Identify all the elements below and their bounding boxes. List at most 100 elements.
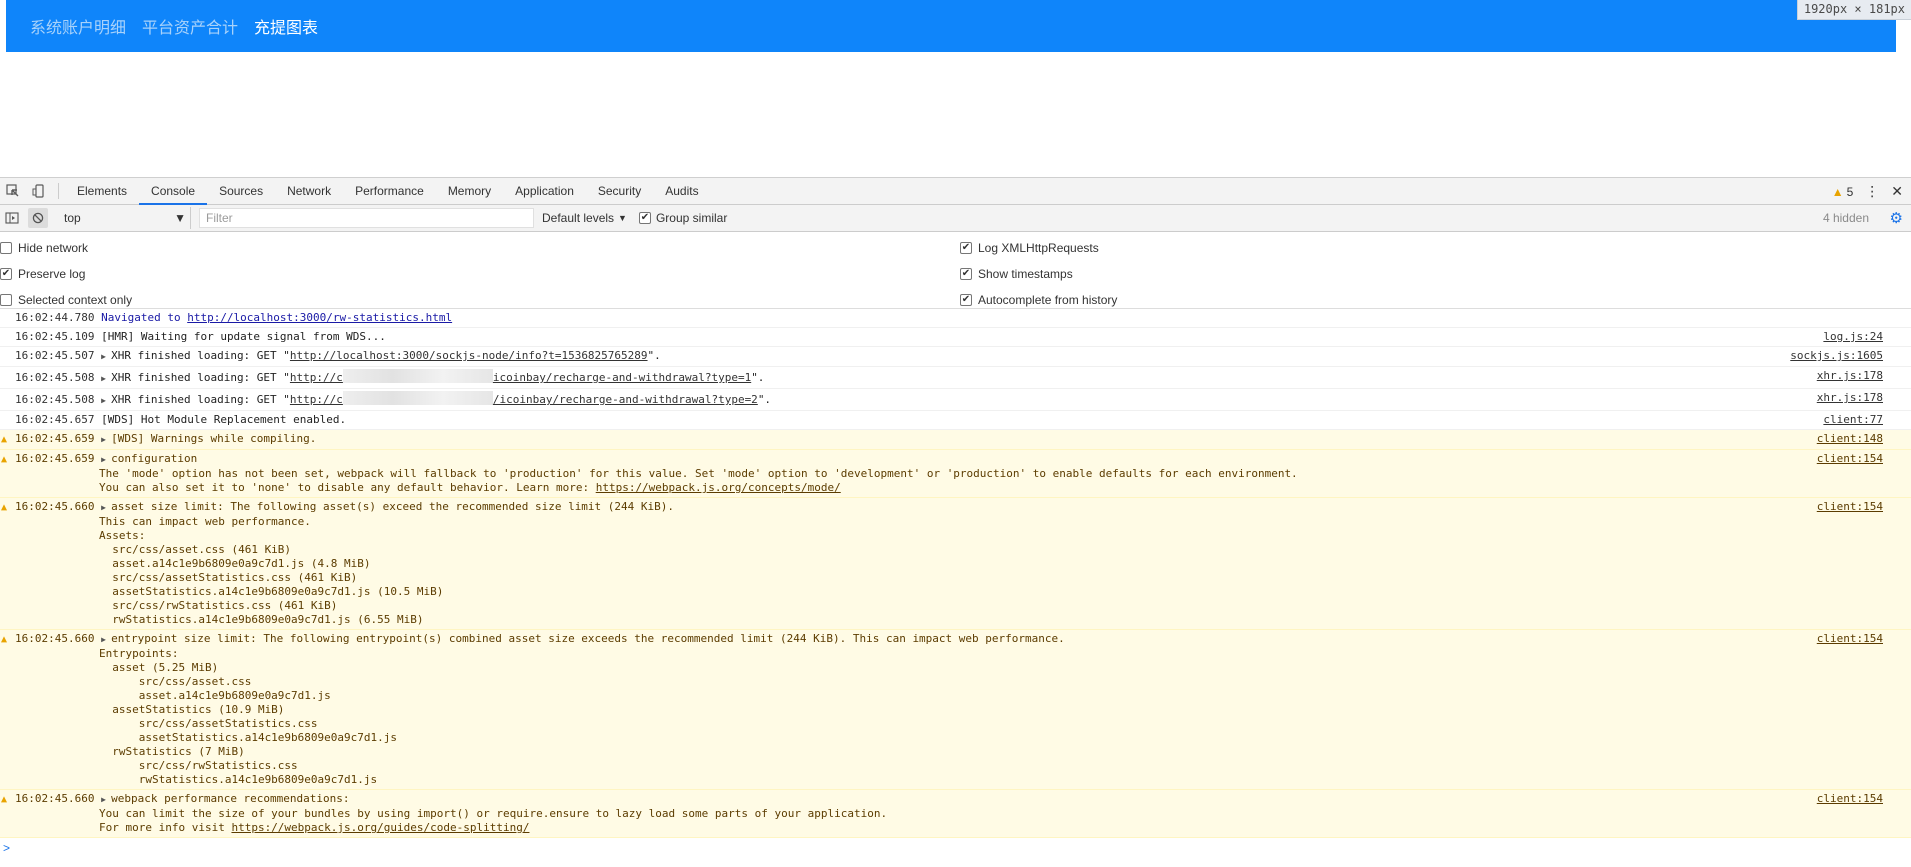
sidebar-toggle-icon[interactable]: [0, 206, 24, 230]
message-line: src/css/asset.css (461 KiB): [99, 543, 292, 556]
setting-show-timestamps[interactable]: ✔ Show timestamps: [960, 265, 1073, 283]
console-message: 16:02:45.507 ▶ XHR finished loading: GET …: [0, 347, 1911, 367]
source-link[interactable]: log.js:24: [1823, 330, 1883, 344]
source-link[interactable]: xhr.js:178: [1817, 369, 1883, 383]
source-link[interactable]: client:77: [1823, 413, 1883, 427]
setting-label: Log XMLHttpRequests: [978, 241, 1099, 255]
hide-network-checkbox[interactable]: [0, 242, 12, 254]
tab-security[interactable]: Security: [586, 178, 653, 205]
console-message: 16:02:45.109 [HMR] Waiting for update si…: [0, 328, 1911, 347]
inspect-element-icon[interactable]: [0, 178, 26, 204]
message-link[interactable]: http://localhost:3000/sockjs-node/info?t…: [290, 349, 648, 362]
timestamp: 16:02:45.109: [15, 330, 95, 343]
message-line: assetStatistics.a14c1e9b6809e0a9c7d1.js …: [99, 585, 444, 598]
message-line: asset (5.25 MiB): [99, 661, 219, 674]
message-link[interactable]: https://webpack.js.org/guides/code-split…: [231, 821, 529, 834]
nav-link-account-details[interactable]: 系统账户明细: [30, 14, 126, 38]
warning-count-badge[interactable]: ▲ 5: [1832, 185, 1854, 199]
source-link[interactable]: client:154: [1817, 500, 1883, 514]
tab-audits[interactable]: Audits: [653, 178, 710, 205]
source-link[interactable]: sockjs.js:1605: [1790, 349, 1883, 363]
message-link[interactable]: https://webpack.js.org/concepts/mode/: [596, 481, 841, 494]
group-similar-toggle[interactable]: ✔ Group similar: [638, 211, 727, 225]
group-similar-checkbox[interactable]: ✔: [638, 212, 651, 224]
preserve-log-checkbox[interactable]: ✔: [0, 268, 12, 280]
tab-sources[interactable]: Sources: [207, 178, 275, 205]
setting-selected-context[interactable]: Selected context only: [0, 291, 132, 309]
message-text-end: ".: [751, 371, 765, 384]
close-icon[interactable]: ✕: [1891, 183, 1903, 200]
message-line: You can also set it to 'none' to disable…: [99, 481, 596, 494]
clear-console-icon[interactable]: [28, 208, 48, 228]
tab-performance[interactable]: Performance: [343, 178, 436, 205]
message-link-start[interactable]: http://c: [290, 393, 343, 406]
tab-elements[interactable]: Elements: [65, 178, 139, 205]
timestamp: 16:02:45.659: [15, 452, 95, 465]
message-text: [WDS] Warnings while compiling.: [111, 432, 317, 445]
setting-log-xhr[interactable]: ✔ Log XMLHttpRequests: [960, 239, 1099, 257]
console-warning: ▲ 16:02:45.660 ▶ webpack performance recom…: [0, 790, 1911, 838]
message-link-end[interactable]: icoinbay/recharge-and-withdrawal?type=1: [493, 371, 751, 384]
warning-icon: ▲: [1831, 184, 1844, 199]
expand-arrow-icon[interactable]: ▶: [101, 501, 111, 515]
timestamp: 16:02:45.508: [15, 393, 95, 406]
context-selector[interactable]: top ▼: [56, 207, 191, 229]
dropdown-arrow-icon: ▼: [618, 213, 627, 223]
nav-link-asset-total[interactable]: 平台资产合计: [142, 14, 238, 38]
message-line: assetStatistics.a14c1e9b6809e0a9c7d1.js: [99, 731, 398, 744]
nav-link-charts[interactable]: 充提图表: [254, 14, 318, 38]
message-text-end: ".: [757, 393, 772, 406]
message-text-end: ".: [647, 349, 661, 362]
filter-input[interactable]: [199, 208, 534, 228]
message-head: asset size limit: The following asset(s)…: [111, 500, 675, 513]
console-message: 16:02:45.657 [WDS] Hot Module Replacemen…: [0, 411, 1911, 430]
warning-icon: ▲: [1, 794, 8, 805]
prompt-caret-icon: >: [3, 841, 11, 855]
autocomplete-checkbox[interactable]: ✔: [960, 294, 972, 306]
console-prompt[interactable]: >: [0, 838, 1911, 858]
more-options-icon[interactable]: ⋮: [1865, 183, 1879, 200]
expand-arrow-icon[interactable]: ▶: [101, 350, 111, 364]
log-xhr-checkbox[interactable]: ✔: [960, 242, 972, 254]
tab-network[interactable]: Network: [275, 178, 343, 205]
setting-label: Hide network: [18, 241, 89, 255]
expand-arrow-icon[interactable]: ▶: [101, 394, 111, 408]
show-timestamps-checkbox[interactable]: ✔: [960, 268, 972, 280]
selected-context-checkbox[interactable]: [0, 294, 12, 306]
expand-arrow-icon[interactable]: ▶: [101, 372, 111, 386]
message-link-start[interactable]: http://c: [290, 371, 343, 384]
expand-arrow-icon[interactable]: ▶: [101, 433, 111, 447]
setting-preserve-log[interactable]: ✔ Preserve log: [0, 265, 85, 283]
devtools-panel: Elements Console Sources Network Perform…: [0, 177, 1911, 867]
setting-hide-network[interactable]: Hide network: [0, 239, 88, 257]
log-levels-dropdown[interactable]: Default levels ▼: [542, 211, 627, 225]
dimension-badge: 1920px × 181px: [1796, 0, 1911, 20]
console-warning: ▲ 16:02:45.659 ▶ configuration client:154 T…: [0, 450, 1911, 498]
gear-icon[interactable]: ⚙: [1890, 209, 1903, 227]
expand-arrow-icon[interactable]: ▶: [101, 793, 111, 807]
tab-application[interactable]: Application: [503, 178, 586, 205]
page-nav-bar: 系统账户明细 平台资产合计 充提图表: [6, 0, 1896, 52]
message-link[interactable]: http://localhost:3000/rw-statistics.html: [187, 311, 452, 324]
source-link[interactable]: client:154: [1817, 632, 1883, 646]
message-text: XHR finished loading: GET ": [111, 349, 290, 362]
source-link[interactable]: xhr.js:178: [1817, 391, 1883, 405]
devtools-right-controls: ▲ 5 ⋮ ✕: [1832, 178, 1903, 205]
tab-memory[interactable]: Memory: [436, 178, 503, 205]
expand-arrow-icon[interactable]: ▶: [101, 453, 111, 467]
message-head: webpack performance recommendations:: [111, 792, 350, 805]
expand-arrow-icon[interactable]: ▶: [101, 633, 111, 647]
source-link[interactable]: client:154: [1817, 792, 1883, 806]
message-line: asset.a14c1e9b6809e0a9c7d1.js: [99, 689, 331, 702]
console-message: 16:02:44.780 Navigated to http://localho…: [0, 309, 1911, 328]
device-toolbar-icon[interactable]: [26, 178, 52, 204]
message-link-end[interactable]: /icoinbay/recharge-and-withdrawal?type=2: [493, 393, 758, 406]
setting-label: Show timestamps: [978, 267, 1073, 281]
setting-autocomplete[interactable]: ✔ Autocomplete from history: [960, 291, 1117, 309]
console-toolbar: top ▼ Default levels ▼ ✔ Group similar 4…: [0, 205, 1911, 232]
setting-label: Selected context only: [18, 293, 133, 307]
source-link[interactable]: client:154: [1817, 452, 1883, 466]
tab-console[interactable]: Console: [139, 178, 208, 205]
source-link[interactable]: client:148: [1817, 432, 1883, 446]
devtools-tabbar: Elements Console Sources Network Perform…: [0, 178, 1911, 205]
